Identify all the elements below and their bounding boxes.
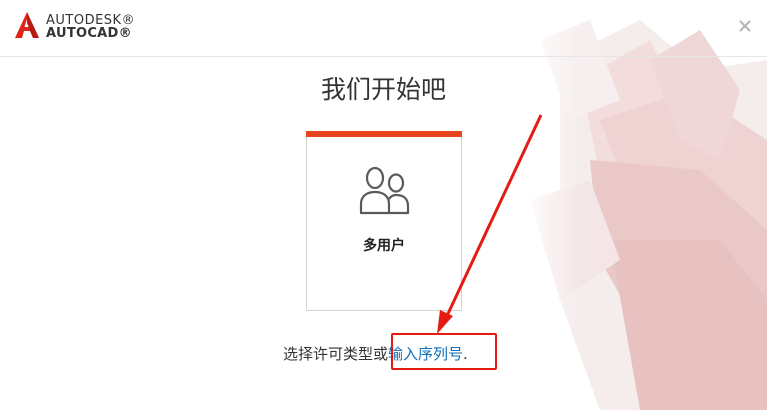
license-prompt-prefix: 选择许可类型或	[283, 345, 389, 363]
header: AUTODESK® AUTOCAD®	[0, 0, 767, 56]
autodesk-logo: AUTODESK® AUTOCAD®	[14, 9, 135, 41]
autocad-start-window: AUTODESK® AUTOCAD® 我们开始吧 多用户 选择许可类型或输入序列…	[0, 0, 767, 410]
multi-user-card[interactable]: 多用户	[306, 131, 462, 311]
card-accent-bar	[306, 131, 462, 137]
card-label: 多用户	[363, 238, 405, 254]
autocad-a-icon	[15, 12, 39, 38]
annotation-highlight-box	[391, 333, 497, 370]
page-title: 我们开始吧	[320, 75, 446, 104]
users-icon	[359, 166, 410, 215]
close-icon[interactable]	[737, 18, 753, 34]
product-name: AUTOCAD®	[46, 26, 132, 41]
header-divider	[0, 56, 767, 57]
